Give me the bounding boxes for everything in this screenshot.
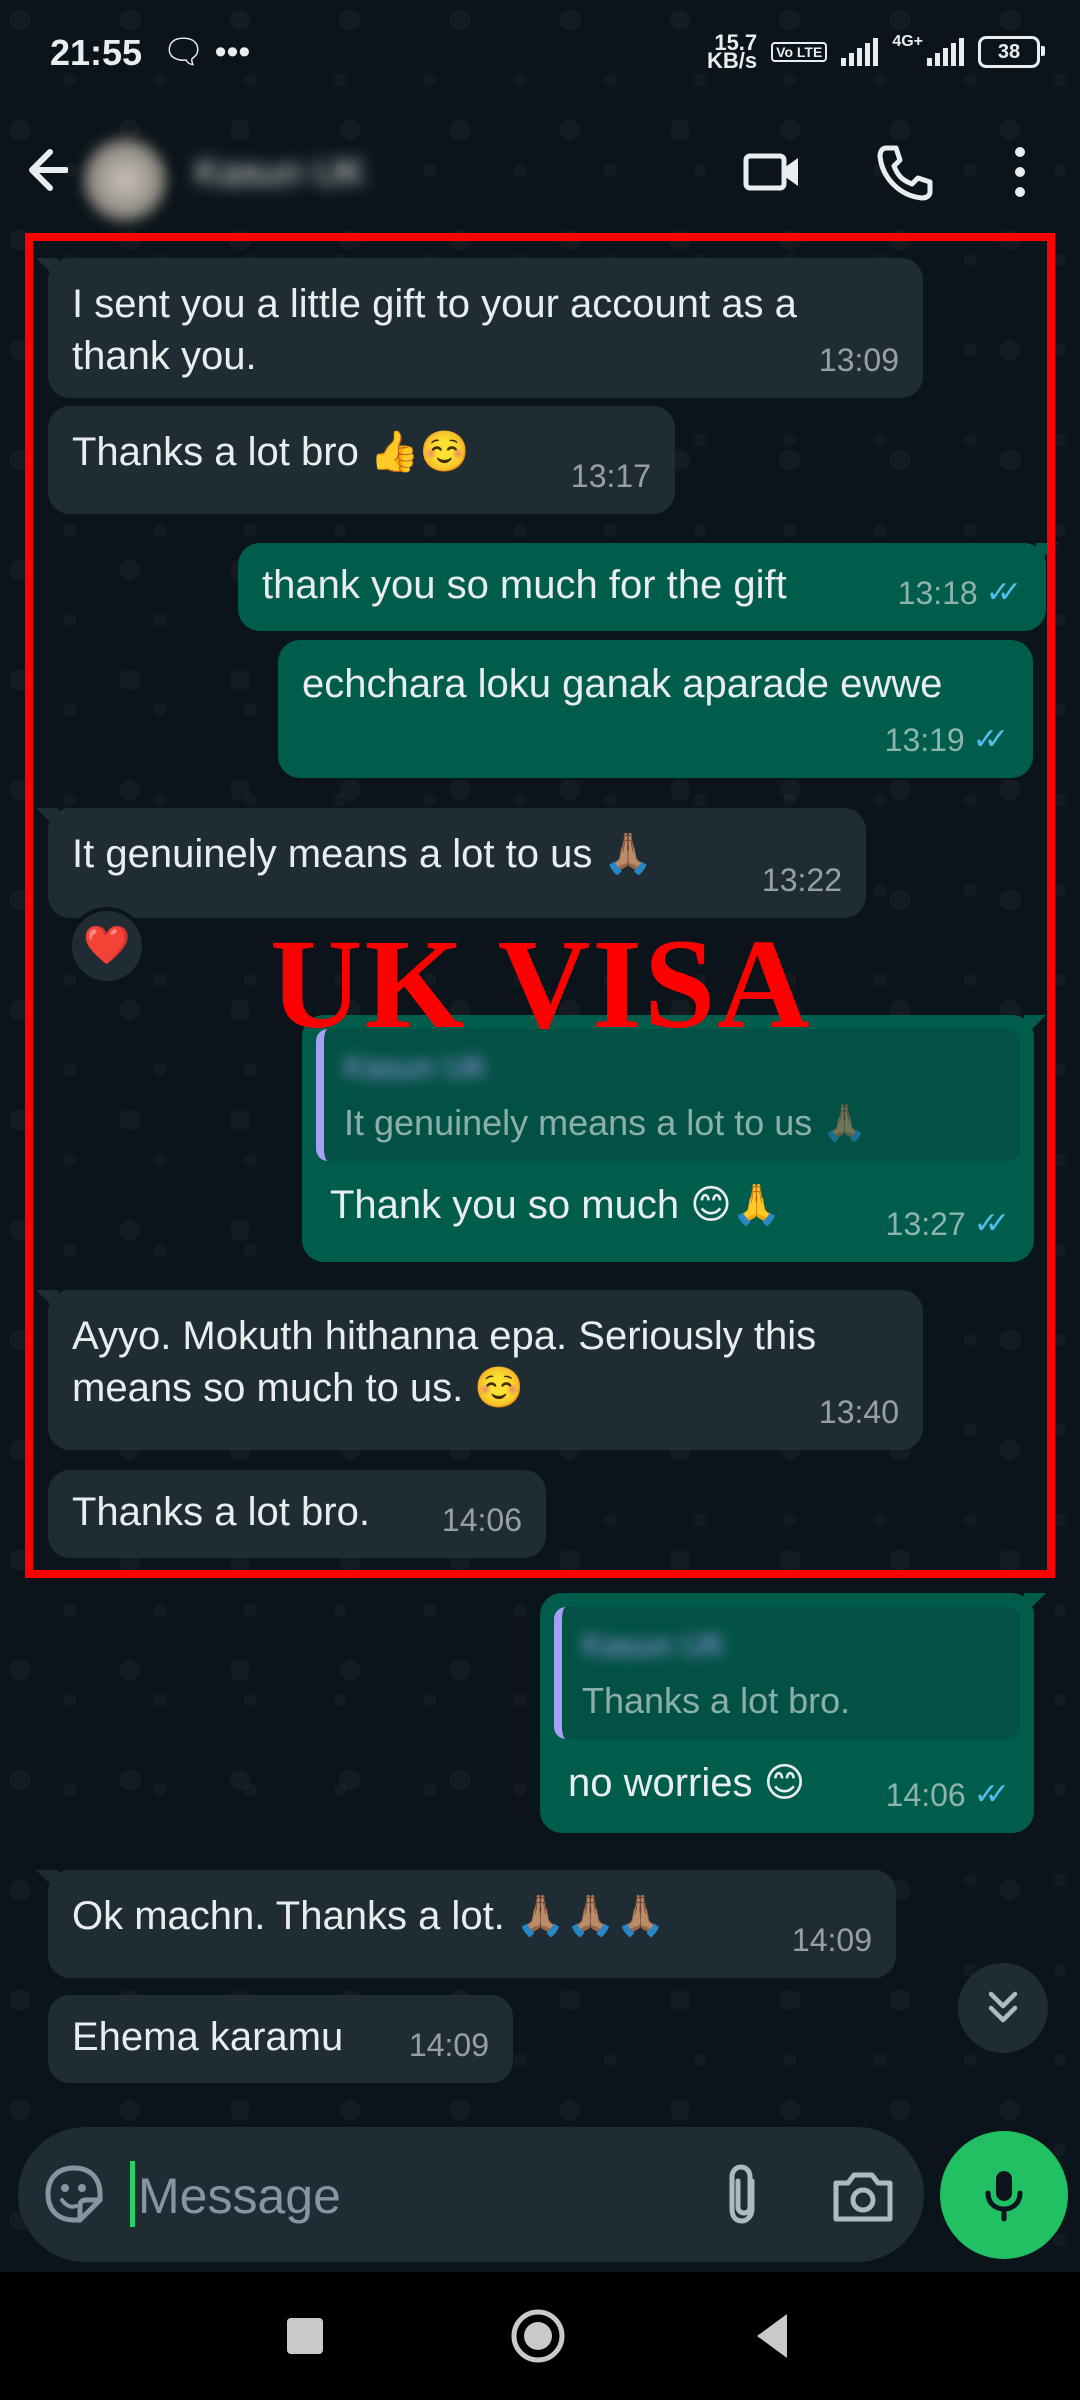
message-time: 14:06 ✓✓ <box>886 1769 1010 1821</box>
message-input[interactable]: Message <box>138 2167 341 2225</box>
message-time: 13:09 <box>818 342 899 378</box>
signal-icon-2 <box>927 38 964 66</box>
signal-icon <box>841 38 879 66</box>
home-icon[interactable] <box>508 2306 568 2366</box>
chat-header: Kasun UK <box>0 110 1080 230</box>
message-time: 14:09 <box>408 2027 489 2063</box>
message-time: 13:40 <box>818 1394 899 1430</box>
network-speed: 15.7 KB/s <box>707 32 758 73</box>
network-speed-unit: KB/s <box>707 48 758 73</box>
text-cursor <box>130 2161 135 2227</box>
message-text: Thanks a lot bro 👍☺️ <box>72 430 470 474</box>
scroll-to-bottom-button[interactable] <box>958 1963 1048 2053</box>
message-time: 13:19 ✓✓ <box>885 714 1009 766</box>
double-chevron-down-icon <box>988 1991 1018 2023</box>
system-navigation-bar <box>0 2272 1080 2400</box>
message-time: 14:06 <box>441 1502 522 1538</box>
overlay-caption: UK VISA <box>270 913 812 1055</box>
battery-icon: 38 <box>978 36 1045 68</box>
more-options-icon[interactable] <box>988 140 1052 204</box>
back-arrow-icon[interactable] <box>18 140 68 200</box>
message-time: 13:27 ✓✓ <box>886 1198 1010 1250</box>
quoted-message[interactable]: Kasun UK Thanks a lot bro. <box>554 1607 1020 1739</box>
status-right-icons: 15.7 KB/s Vo LTE 4G+ 38 <box>707 32 1045 73</box>
microphone-icon <box>985 2171 1023 2222</box>
attach-icon[interactable] <box>708 2159 778 2229</box>
voice-message-button[interactable] <box>940 2131 1068 2259</box>
quoted-text: It genuinely means a lot to us 🙏🏽 <box>344 1102 868 1143</box>
message-outgoing[interactable]: thank you so much for the gift 13:18 ✓✓ <box>238 543 1058 631</box>
status-time: 21:55 <box>50 32 143 73</box>
read-receipt-icon: ✓✓ <box>973 1207 1010 1240</box>
message-text: Ok machn. Thanks a lot. 🙏🏽🙏🏽🙏🏽 <box>72 1894 666 1938</box>
video-call-icon[interactable] <box>740 140 804 204</box>
read-receipt-icon: ✓✓ <box>973 1778 1010 1811</box>
read-receipt-icon: ✓✓ <box>972 723 1009 756</box>
message-incoming[interactable]: It genuinely means a lot to us 🙏🏽 13:22 <box>36 808 866 918</box>
status-bar: 21:55 🗨 ••• 15.7 KB/s Vo LTE 4G+ 38 <box>0 0 1080 110</box>
message-incoming[interactable]: Ayyo. Mokuth hithanna epa. Seriously thi… <box>36 1290 923 1450</box>
message-incoming[interactable]: Thanks a lot bro 👍☺️ 13:17 <box>48 406 675 514</box>
message-text: thank you so much for the gift <box>262 563 787 607</box>
quoted-sender: Kasun UK <box>582 1627 727 1663</box>
message-text: echchara loku ganak aparade ewwe <box>302 662 943 706</box>
message-text: Thanks a lot bro. <box>72 1490 370 1534</box>
message-incoming[interactable]: Thanks a lot bro. 14:06 <box>48 1470 546 1558</box>
message-time: 13:18 ✓✓ <box>898 567 1022 619</box>
reaction-heart-icon[interactable]: ❤️ <box>68 907 146 985</box>
message-composer[interactable]: Message <box>18 2127 924 2262</box>
message-text: It genuinely means a lot to us 🙏🏽 <box>72 832 654 876</box>
message-time: 14:09 <box>791 1922 872 1958</box>
message-incoming[interactable]: I sent you a little gift to your account… <box>36 258 923 398</box>
camera-icon[interactable] <box>828 2161 898 2231</box>
message-text: Ehema karamu <box>72 2015 344 2059</box>
network-type: 4G+ <box>892 33 923 50</box>
voice-call-icon[interactable] <box>872 140 936 204</box>
message-text: Ayyo. Mokuth hithanna epa. Seriously thi… <box>72 1314 817 1410</box>
message-incoming[interactable]: Ehema karamu 14:09 <box>48 1995 513 2083</box>
contact-name[interactable]: Kasun UK <box>195 152 366 195</box>
read-receipt-icon: ✓✓ <box>985 576 1022 609</box>
notification-icons: 🗨 ••• <box>162 33 251 71</box>
quoted-text: Thanks a lot bro. <box>582 1680 851 1721</box>
recents-icon[interactable] <box>275 2306 335 2366</box>
message-outgoing-reply[interactable]: Kasun UK Thanks a lot bro. no worries 😊 … <box>540 1593 1046 1833</box>
volte-icon: Vo LTE <box>771 42 828 62</box>
sticker-emoji-icon[interactable] <box>40 2160 108 2228</box>
message-outgoing[interactable]: echchara loku ganak aparade ewwe 13:19 ✓✓ <box>278 640 1033 778</box>
message-time: 13:22 <box>761 862 842 898</box>
message-incoming[interactable]: Ok machn. Thanks a lot. 🙏🏽🙏🏽🙏🏽 14:09 <box>36 1870 896 1978</box>
back-nav-icon[interactable] <box>745 2306 805 2366</box>
contact-avatar[interactable] <box>80 135 170 225</box>
message-text: I sent you a little gift to your account… <box>72 282 797 378</box>
message-time: 13:17 <box>570 458 651 494</box>
